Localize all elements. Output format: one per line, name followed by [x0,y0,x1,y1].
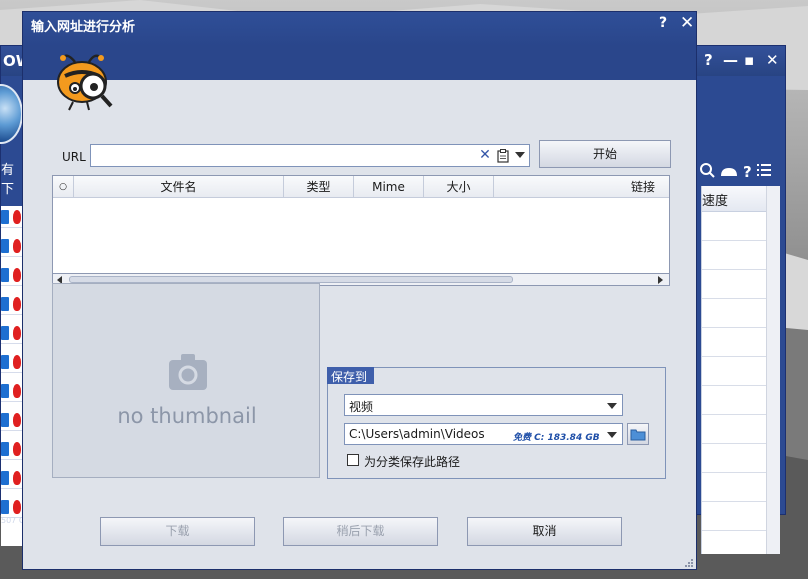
table-row [702,270,766,299]
browse-folder-button[interactable] [627,423,649,445]
category-select-value: 视频 [349,400,374,414]
table-row [702,241,766,270]
category-select[interactable]: 视频 [344,394,623,416]
list-item [1,496,23,518]
column-link-header[interactable]: 链接 [494,176,669,198]
list-item [1,206,23,228]
column-size-header[interactable]: 大小 [424,176,494,198]
start-button[interactable]: 开始 [539,140,671,168]
url-analysis-dialog: 输入网址进行分析 ? ✕ URL ✕ 开始 ○ 文件名 类型 Mime 大小 链… [22,11,697,570]
save-path-value: C:\Users\admin\Videos [349,427,485,441]
results-table[interactable]: ○ 文件名 类型 Mime 大小 链接 [52,175,670,275]
close-icon[interactable]: ✕ [680,13,694,33]
table-row [702,415,766,444]
toolbar-icons: ? [700,163,771,181]
table-row [702,328,766,357]
list-item [1,380,23,402]
background-help-icon[interactable]: ? [704,51,713,69]
background-close-icon[interactable]: ✕ [766,51,779,69]
background-minimize-icon[interactable]: — [723,51,738,69]
help-icon[interactable]: ? [659,15,667,31]
background-vertical-scrollbar[interactable] [766,186,780,554]
cancel-button[interactable]: 取消 [467,517,622,546]
svg-text:?: ? [743,163,752,180]
background-left-header: 有下 [1,156,23,197]
save-path-for-category-checkbox[interactable] [347,454,359,466]
url-history-chevron-down-icon[interactable] [515,152,525,158]
background-left-list [1,206,23,546]
table-row [702,386,766,415]
column-mime-header[interactable]: Mime [354,176,424,198]
list-item [1,409,23,431]
camera-icon [169,354,207,390]
bee-logo-icon [57,54,113,111]
paste-icon[interactable] [497,149,509,163]
clear-icon[interactable]: ✕ [478,147,492,164]
dialog-title: 输入网址进行分析 [31,20,136,35]
table-row [702,357,766,386]
background-maximize-icon[interactable]: ▪ [744,51,754,69]
list-item [1,264,23,286]
table-row [702,473,766,502]
scrollbar-thumb[interactable] [69,276,513,283]
save-to-label: 保存到 [327,367,374,384]
chevron-down-icon[interactable] [607,403,617,409]
thumbnail-preview: no thumbnail [52,283,320,478]
scroll-right-icon[interactable] [658,276,663,284]
save-path-select[interactable]: C:\Users\admin\Videos 免费 C: 183.84 GB [344,423,623,445]
table-header: ○ 文件名 类型 Mime 大小 链接 [53,176,669,198]
table-row [702,299,766,328]
list-item [1,351,23,373]
download-button[interactable]: 下载 [100,517,255,546]
column-select-header[interactable]: ○ [53,176,74,198]
list-item [1,235,23,257]
table-row [702,502,766,531]
folder-icon [630,429,646,441]
background-tools-icons: ? [699,162,779,184]
list-item [1,438,23,460]
table-row [702,444,766,473]
no-thumbnail-text: no thumbnail [117,404,257,428]
table-row [702,212,766,241]
list-item [1,467,23,489]
chevron-down-icon[interactable] [607,432,617,438]
url-input[interactable] [93,146,473,165]
list-item [1,293,23,315]
url-label: URL [62,150,86,164]
column-type-header[interactable]: 类型 [284,176,354,198]
list-item [1,322,23,344]
background-speed-header: 速度 [702,186,766,212]
column-filename-header[interactable]: 文件名 [74,176,284,198]
dialog-titlebar[interactable]: 输入网址进行分析 ? ✕ [23,12,696,80]
url-field[interactable]: ✕ [90,144,530,167]
download-later-button[interactable]: 稍后下载 [283,517,438,546]
globe-icon [0,84,23,144]
free-space-text: 免费 C: 183.84 GB [513,433,600,443]
resize-grip-icon[interactable] [684,558,694,568]
save-path-for-category-label[interactable]: 为分类保存此路径 [364,453,460,470]
background-right-panel: 速度 [701,186,780,554]
